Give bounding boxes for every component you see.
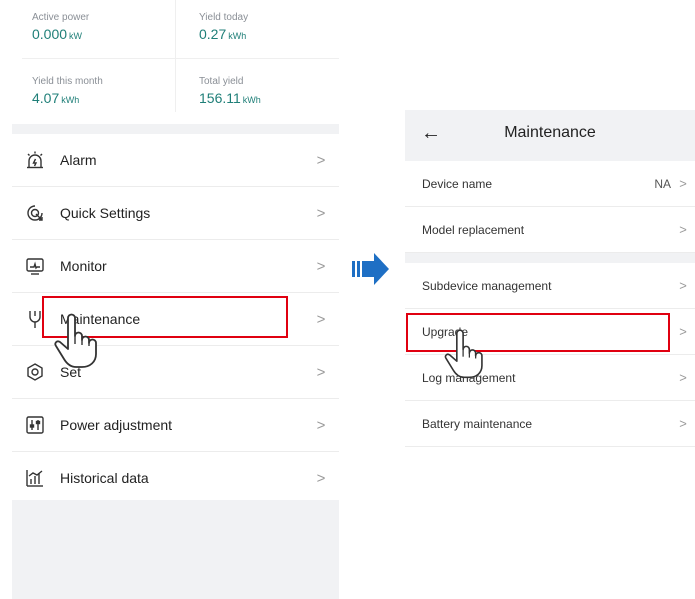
stats-divider — [22, 58, 339, 59]
stats-card: Active power 0.000 kW Yield today 0.27 kWh… — [12, 0, 339, 124]
stat-value: 4.07 — [32, 90, 60, 106]
row-label: Device name — [422, 176, 493, 191]
menu-item-power-adjustment[interactable]: Power adjustment > — [12, 399, 339, 452]
menu-item-monitor[interactable]: Monitor > — [12, 240, 339, 293]
section-gap — [405, 253, 695, 263]
page-title: Maintenance — [504, 124, 596, 141]
row-label: Subdevice management — [422, 278, 552, 293]
stat-value: 0.000 — [32, 26, 68, 42]
chevron-right-icon: > — [316, 469, 326, 487]
stat-unit: kWh — [242, 95, 261, 105]
stat-unit: kWh — [61, 95, 80, 105]
row-model-replacement[interactable]: Model replacement > — [405, 207, 695, 253]
settings-icon — [24, 361, 46, 383]
quick-settings-icon — [24, 202, 46, 224]
row-value: NA — [654, 176, 671, 191]
next-step-arrow-icon — [352, 253, 389, 285]
section-gap — [12, 124, 339, 134]
chevron-right-icon: > — [679, 222, 687, 237]
menu-item-historical-data[interactable]: Historical data > — [12, 452, 339, 505]
menu-item-label: Power adjustment — [60, 417, 173, 433]
stat-yield-month: Yield this month 4.07 kWh — [32, 76, 182, 106]
stat-value: 156.11 — [199, 90, 241, 106]
menu-item-label: Historical data — [60, 470, 149, 486]
chevron-right-icon: > — [316, 363, 326, 381]
chevron-right-icon: > — [679, 324, 687, 339]
power-adjustment-icon — [24, 414, 46, 436]
alarm-icon — [24, 149, 46, 171]
menu-item-alarm[interactable]: Alarm > — [12, 134, 339, 187]
stat-total-yield: Total yield 156.11 kWh — [199, 76, 349, 106]
empty-area — [12, 500, 339, 599]
stat-label: Total yield — [199, 76, 244, 87]
maintenance-header: ← Maintenance — [405, 110, 695, 161]
row-device-name[interactable]: Device name NA > — [405, 161, 695, 207]
stat-label: Yield today — [199, 12, 249, 23]
stat-unit: kW — [69, 31, 83, 41]
pointer-hand-icon — [54, 313, 97, 368]
stat-label: Active power — [32, 12, 90, 23]
menu-item-label: Monitor — [60, 258, 107, 274]
chevron-right-icon: > — [679, 370, 687, 385]
chevron-right-icon: > — [679, 416, 687, 431]
stat-label: Yield this month — [32, 76, 103, 87]
stats-divider — [175, 0, 176, 112]
maintenance-screen: ← Maintenance Device name NA > Model rep… — [405, 110, 695, 450]
stat-active-power: Active power 0.000 kW — [32, 12, 182, 42]
chevron-right-icon: > — [316, 257, 326, 275]
chevron-right-icon: > — [679, 176, 687, 191]
row-subdevice-management[interactable]: Subdevice management > — [405, 263, 695, 309]
menu-item-label: Quick Settings — [60, 205, 151, 221]
row-battery-maintenance[interactable]: Battery maintenance > — [405, 401, 695, 447]
stat-unit: kWh — [228, 31, 247, 41]
chevron-right-icon: > — [316, 204, 326, 222]
row-label: Battery maintenance — [422, 416, 533, 431]
chevron-right-icon: > — [679, 278, 687, 293]
stat-yield-today: Yield today 0.27 kWh — [199, 12, 349, 42]
pointer-hand-icon — [444, 329, 483, 379]
chevron-right-icon: > — [316, 310, 326, 328]
monitor-icon — [24, 255, 46, 277]
stat-value: 0.27 — [199, 26, 227, 42]
historical-data-icon — [24, 467, 46, 489]
menu-item-label: Alarm — [60, 152, 97, 168]
chevron-right-icon: > — [316, 151, 326, 169]
row-label: Model replacement — [422, 222, 525, 237]
menu-item-quick-settings[interactable]: Quick Settings > — [12, 187, 339, 240]
chevron-right-icon: > — [316, 416, 326, 434]
